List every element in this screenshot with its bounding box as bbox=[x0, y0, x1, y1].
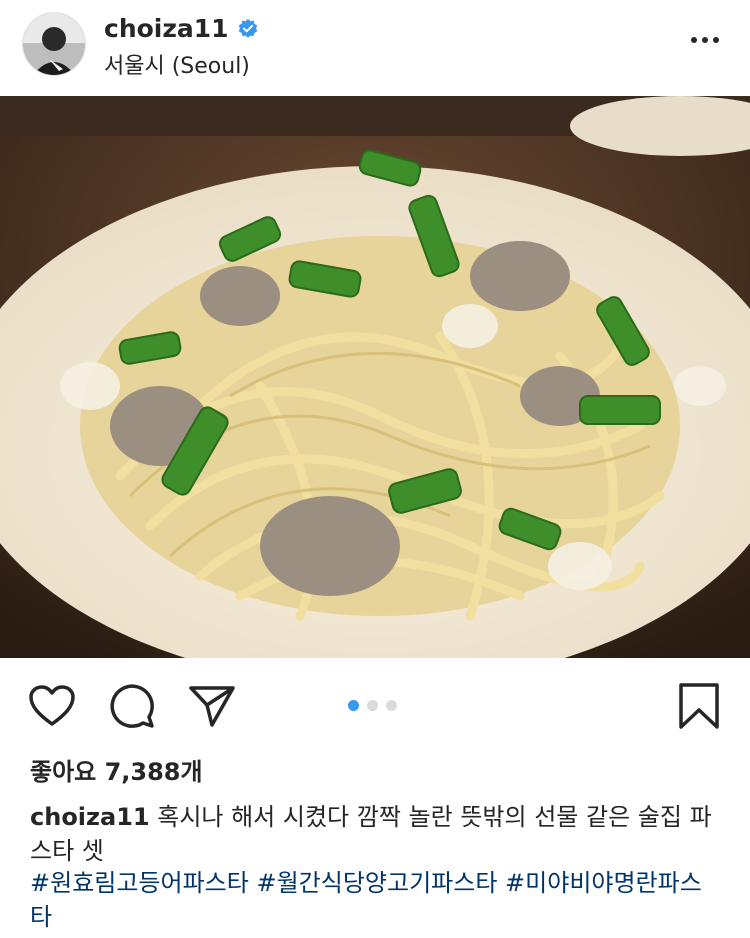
more-options-icon[interactable] bbox=[690, 30, 720, 50]
carousel-dot-active bbox=[348, 700, 359, 711]
carousel-dot bbox=[386, 700, 397, 711]
comment-bubble-icon[interactable] bbox=[108, 682, 156, 730]
hashtags: #원효림고등어파스타 #월간식당양고기파스타 #미야비야명란파스타 bbox=[30, 866, 720, 934]
like-heart-icon[interactable] bbox=[28, 684, 76, 728]
likes-count[interactable]: 좋아요 7,388개 bbox=[30, 752, 203, 787]
post-header: choiza11 서울시 (Seoul) bbox=[0, 0, 750, 96]
hashtag-link[interactable]: #월간식당양고기파스타 bbox=[256, 869, 497, 897]
pasta-photo bbox=[0, 96, 750, 658]
hashtag-link[interactable]: #원효림고등어파스타 bbox=[30, 869, 249, 897]
username-link[interactable]: choiza11 bbox=[104, 14, 229, 43]
save-bookmark-icon[interactable] bbox=[678, 682, 720, 730]
avatar-image bbox=[23, 13, 85, 75]
location-link[interactable]: 서울시 (Seoul) bbox=[104, 48, 250, 80]
caption: choiza11 혹시나 해서 시켰다 깜짝 놀란 뜻밖의 선물 같은 술집 파… bbox=[30, 800, 720, 868]
avatar[interactable] bbox=[22, 12, 86, 76]
carousel-indicator bbox=[348, 700, 397, 711]
username-row: choiza11 bbox=[104, 14, 259, 43]
post-photo[interactable] bbox=[0, 96, 750, 658]
caption-username[interactable]: choiza11 bbox=[30, 803, 150, 831]
verified-badge-icon bbox=[238, 18, 257, 38]
share-send-icon[interactable] bbox=[188, 684, 236, 728]
carousel-dot bbox=[367, 700, 378, 711]
